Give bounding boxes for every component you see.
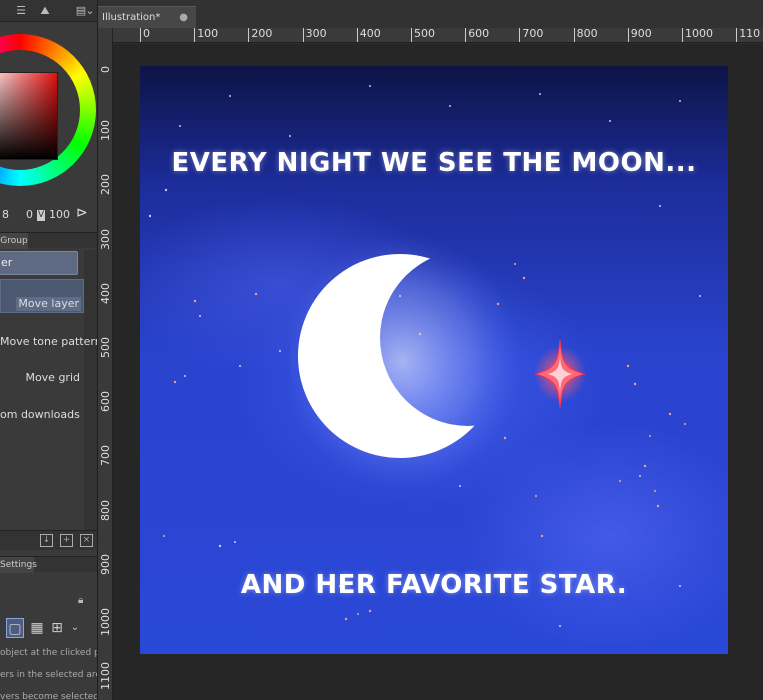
tool-footer: ↓ + × <box>0 530 97 550</box>
chevron-down-icon[interactable]: ⌄ <box>84 2 96 20</box>
ruler-top-tick: 300 <box>302 28 327 42</box>
square-select-icon[interactable]: ▢ <box>6 618 24 638</box>
ruler-left-label: 200 <box>99 174 112 196</box>
ruler-left-label: 300 <box>99 228 112 250</box>
tab-group[interactable]: Group <box>0 233 28 249</box>
setting-line-2[interactable]: ers in the selected area <box>0 670 97 680</box>
ruler-left-label: 1000 <box>99 608 112 636</box>
unsaved-dot-icon[interactable]: ● <box>179 7 188 29</box>
illustration-canvas[interactable]: EVERY NIGHT WE SEE THE MOON... AND HER F… <box>140 66 728 654</box>
ruler-left-label: 100 <box>99 120 112 142</box>
color-readout-c: 100 <box>49 208 70 221</box>
ruler-top-tick: 900 <box>627 28 652 42</box>
ruler-top-tick: 110 <box>736 28 760 42</box>
ruler-top-tick: 600 <box>465 28 489 42</box>
tool-list-scrollbar[interactable] <box>84 250 97 530</box>
tool-move-layer-label: Move layer <box>16 297 81 311</box>
ruler-top-tick: 100 <box>194 28 218 42</box>
ruler-left-label: 500 <box>99 337 112 358</box>
tab-illustration[interactable]: Illustration* ● <box>98 6 196 28</box>
selection-mode-icons: ▢ ▦ ⊞ ⌄ <box>0 616 97 640</box>
setting-line-3[interactable]: vers become selected <box>0 692 97 700</box>
tool-move-layer[interactable]: Move layer <box>0 279 84 313</box>
ruler-left-label: 900 <box>99 553 112 575</box>
saturation-value-square[interactable] <box>0 72 58 160</box>
sparkle-star-icon <box>534 339 586 409</box>
ruler-top-tick: 200 <box>248 28 272 42</box>
color-readout-a: 8 <box>2 208 9 221</box>
duplicate-icon[interactable]: + <box>60 534 73 547</box>
tab-title: Illustration* <box>102 12 161 23</box>
color-readout-b: 0 <box>26 208 33 221</box>
ruler-top-tick: 1000 <box>682 28 713 42</box>
panel-tab-bar: ☰ ⛰ ▤ ⌄ <box>0 0 97 22</box>
grid-icon[interactable]: ⊞ <box>48 618 66 638</box>
ruler-top-tick: 0 <box>140 28 150 42</box>
document-tab-bar: Illustration* ● <box>98 0 763 28</box>
checker-icon[interactable]: ▦ <box>28 618 46 638</box>
download-icon[interactable]: ↓ <box>40 534 53 547</box>
ruler-top-tick: 700 <box>519 28 543 42</box>
layer-dropdown[interactable]: er <box>0 251 78 275</box>
mountain-icon[interactable]: ⛰ <box>34 2 56 20</box>
play-circle-icon[interactable]: ⊳ <box>76 205 88 221</box>
tool-settings-header: Settings <box>0 556 97 573</box>
app-window: ☰ ⛰ ▤ ⌄ 8 0 V 100 ⊳ Group er Move layer … <box>0 0 763 700</box>
color-readout: 8 0 V 100 ⊳ <box>0 205 97 224</box>
ruler-top: 0 100 200 300 400 500 600 700 800 900 1000 110 <box>113 28 763 43</box>
setting-line-1[interactable]: object at the clicked p <box>0 648 97 658</box>
ruler-left-label: 0 <box>99 66 112 73</box>
ruler-top-tick: 500 <box>411 28 435 42</box>
ruler-left: 0 100 200 300 400 500 600 700 800 900 1000 1100 <box>98 28 113 700</box>
tool-move-grid[interactable]: Move grid <box>0 369 84 387</box>
left-panel: ☰ ⛰ ▤ ⌄ 8 0 V 100 ⊳ Group er Move layer … <box>0 0 98 700</box>
ruler-left-label: 600 <box>99 391 112 413</box>
chevron-down-icon[interactable]: ⌄ <box>66 618 84 638</box>
ruler-top-tick: 800 <box>573 28 598 42</box>
tab-settings[interactable]: Settings <box>0 557 37 573</box>
caption-top: EVERY NIGHT WE SEE THE MOON... <box>171 148 697 178</box>
ruler-left-label: 400 <box>99 282 112 304</box>
caption-bottom: AND HER FAVORITE STAR. <box>240 570 628 600</box>
crescent-moon-icon <box>290 236 530 496</box>
layer-panel-header: Group <box>0 232 97 249</box>
trash-icon[interactable]: × <box>80 534 93 547</box>
tool-from-downloads[interactable]: om downloads <box>0 406 84 424</box>
color-mode-icon[interactable]: V <box>37 210 46 221</box>
ruler-left-label: 800 <box>99 499 112 521</box>
ruler-left-label: 700 <box>99 445 112 467</box>
tool-move-tone-pattern[interactable]: Move tone pattern <box>0 333 97 351</box>
color-wheel-panel: 8 0 V 100 ⊳ <box>0 22 97 230</box>
lock-icon[interactable]: 🔒︎ <box>78 596 88 606</box>
sub-tool-icon[interactable]: ☰ <box>10 2 32 20</box>
ruler-top-tick: 400 <box>356 28 381 42</box>
ruler-left-label: 1100 <box>99 662 112 691</box>
